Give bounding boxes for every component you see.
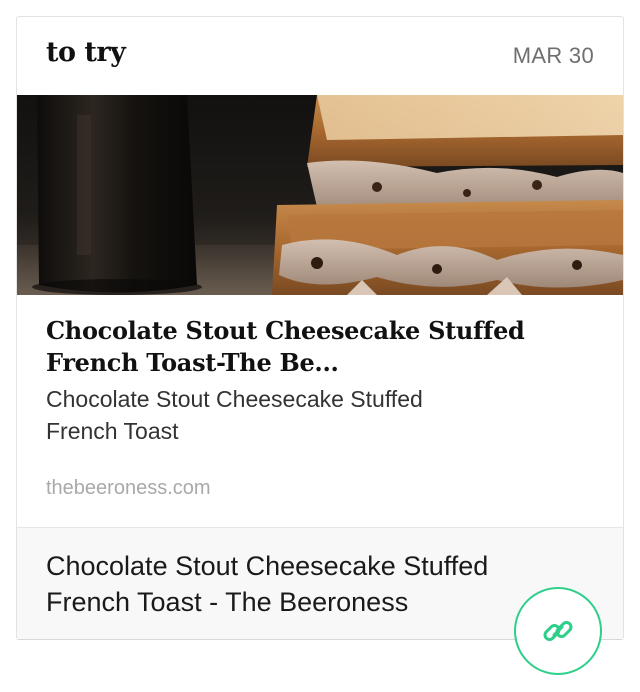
board-title[interactable]: to try	[46, 37, 126, 68]
card-header: to try MAR 30	[17, 17, 623, 95]
pin-card[interactable]: to try MAR 30 Chocolate Stout Cheesecake…	[16, 16, 624, 640]
chain-link-icon	[543, 621, 573, 641]
link-description: Chocolate Stout Cheesecake Stuffed Frenc…	[46, 386, 423, 444]
link-preview-image[interactable]	[17, 95, 623, 295]
link-domain[interactable]: thebeeroness.com	[46, 477, 211, 500]
note-text: Chocolate Stout Cheesecake Stuffed Frenc…	[46, 551, 489, 617]
copy-link-button[interactable]	[514, 587, 602, 675]
pin-date: MAR 30	[512, 43, 594, 68]
french-toast-photo	[17, 95, 623, 295]
link-title[interactable]: Chocolate Stout Cheesecake Stuffed Frenc…	[46, 315, 586, 379]
link-preview[interactable]: Chocolate Stout Cheesecake Stuffed Frenc…	[17, 295, 623, 527]
